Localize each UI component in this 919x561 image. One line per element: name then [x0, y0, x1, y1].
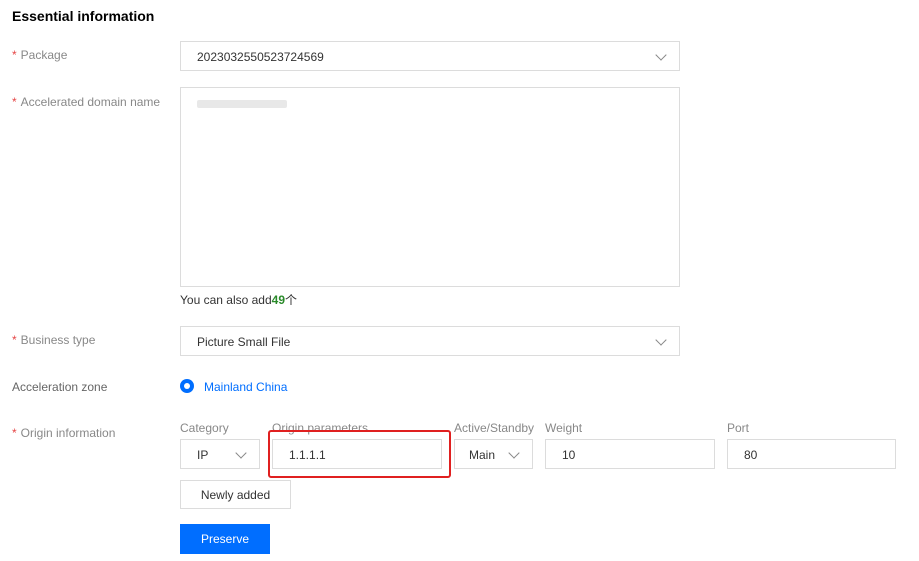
radio-selected-icon	[180, 379, 194, 393]
chevron-down-icon	[655, 49, 667, 61]
required-asterisk: *	[12, 95, 17, 109]
active-standby-value: Main	[469, 448, 496, 462]
preserve-button[interactable]: Preserve	[180, 524, 270, 554]
required-asterisk: *	[12, 426, 17, 440]
required-asterisk: *	[12, 333, 17, 347]
highlight-annotation	[268, 430, 451, 478]
domain-textarea[interactable]	[180, 87, 680, 287]
category-value: IP	[197, 448, 209, 462]
chevron-down-icon	[655, 334, 667, 346]
domain-label: * Accelerated domain name	[12, 95, 161, 109]
chevron-down-icon	[235, 447, 247, 459]
category-column-label: Category	[180, 421, 229, 435]
package-label: * Package	[12, 48, 68, 62]
zone-option-label: Mainland China	[204, 380, 288, 394]
package-select-value: 2023032550523724569	[197, 50, 324, 64]
origin-info-label: * Origin information	[12, 426, 116, 440]
required-asterisk: *	[12, 48, 17, 62]
port-value: 80	[744, 448, 758, 462]
active-standby-select[interactable]: Main	[454, 439, 533, 469]
acceleration-zone-label: Acceleration zone	[12, 380, 108, 394]
domain-hint: You can also add49个	[180, 293, 298, 307]
domain-hint-count: 49	[271, 293, 285, 307]
chevron-down-icon	[508, 447, 520, 459]
section-title: Essential information	[12, 8, 155, 24]
package-select[interactable]: 2023032550523724569	[180, 41, 680, 71]
category-select[interactable]: IP	[180, 439, 260, 469]
zone-radio-mainland[interactable]: Mainland China	[180, 379, 300, 395]
port-column-label: Port	[727, 421, 750, 435]
business-type-select[interactable]: Picture Small File	[180, 326, 680, 356]
weight-input[interactable]: 10	[545, 439, 715, 469]
business-type-value: Picture Small File	[197, 335, 291, 349]
weight-column-label: Weight	[545, 421, 583, 435]
port-input[interactable]: 80	[727, 439, 896, 469]
business-type-label: * Business type	[12, 333, 96, 347]
active-standby-column-label: Active/Standby	[454, 421, 535, 435]
weight-value: 10	[562, 448, 576, 462]
newly-added-button[interactable]: Newly added	[180, 480, 291, 509]
redacted-domain-text	[197, 100, 287, 108]
